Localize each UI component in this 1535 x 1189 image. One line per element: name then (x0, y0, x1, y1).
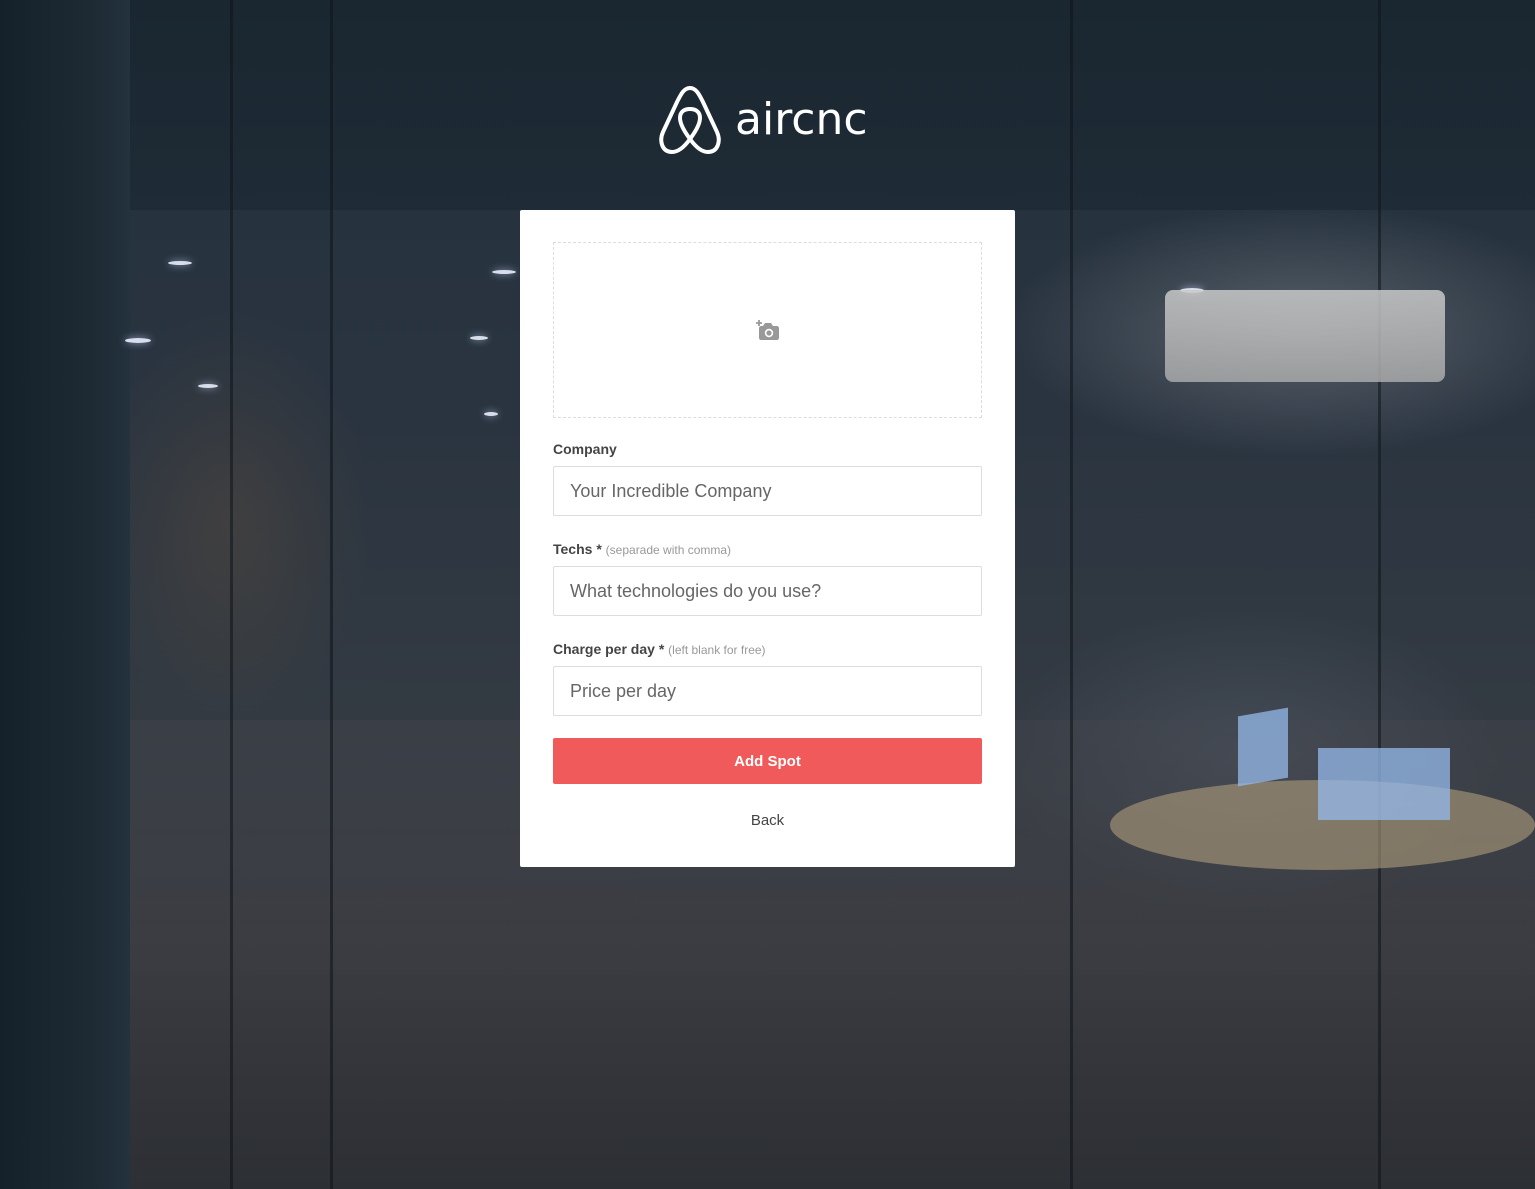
company-label-text: Company (553, 441, 617, 457)
techs-required-mark: * (596, 541, 602, 557)
background-ceiling-light (198, 384, 218, 388)
techs-label-text: Techs (553, 541, 593, 557)
thumbnail-upload[interactable] (553, 242, 982, 418)
airbnb-belo-icon (659, 86, 721, 154)
price-input[interactable] (553, 666, 982, 716)
techs-label: Techs * (separade with comma) (553, 540, 982, 558)
brand-logo: aircnc (657, 84, 868, 156)
background-glass-frame (230, 0, 233, 1189)
background-ceiling-light (492, 270, 516, 274)
background-air-conditioner (1165, 290, 1445, 382)
background-ceiling-light (470, 336, 488, 340)
new-spot-form: Company Techs * (separade with comma) Ch… (553, 242, 982, 840)
background-glass-frame (1070, 0, 1073, 1189)
techs-input[interactable] (553, 566, 982, 616)
brand-name: aircnc (735, 94, 868, 145)
back-button[interactable]: Back (553, 800, 982, 840)
company-input[interactable] (553, 466, 982, 516)
price-required-mark: * (658, 641, 665, 657)
price-label: Charge per day * (left blank for free) (553, 640, 982, 658)
new-spot-card: Company Techs * (separade with comma) Ch… (520, 210, 1015, 867)
page: aircnc Company Techs * (separade with co… (0, 0, 1535, 1189)
techs-hint: (separade with comma) (605, 543, 732, 557)
background-laptop-screen (1238, 707, 1288, 787)
background-glass-frame (330, 0, 333, 1189)
price-label-text: Charge per day (553, 641, 655, 657)
add-photo-icon (755, 320, 779, 340)
background-wall (0, 0, 130, 1189)
add-spot-button[interactable]: Add Spot (553, 738, 982, 784)
background-glass-frame (1378, 0, 1381, 1189)
price-hint: (left blank for free) (668, 643, 766, 657)
background-ceiling-light (168, 261, 192, 265)
company-label: Company (553, 440, 982, 458)
background-laptop-screen (1318, 748, 1450, 820)
background-ceiling-light (125, 338, 151, 343)
background-ceiling-light (484, 412, 498, 416)
